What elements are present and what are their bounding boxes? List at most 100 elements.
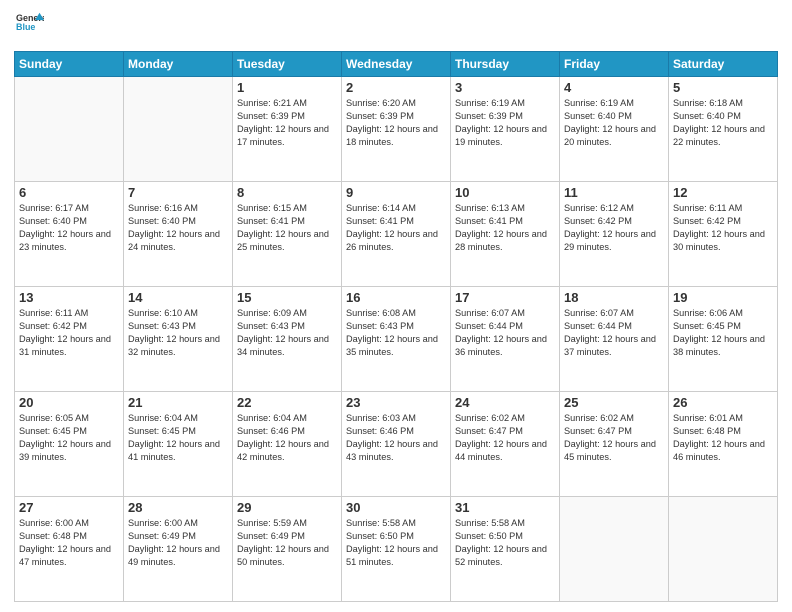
logo-icon: General Blue: [16, 10, 44, 38]
day-info: Sunrise: 6:07 AMSunset: 6:44 PMDaylight:…: [564, 307, 664, 359]
weekday-header-wednesday: Wednesday: [342, 52, 451, 77]
calendar-table: SundayMondayTuesdayWednesdayThursdayFrid…: [14, 51, 778, 602]
day-info: Sunrise: 6:10 AMSunset: 6:43 PMDaylight:…: [128, 307, 228, 359]
day-cell: 7Sunrise: 6:16 AMSunset: 6:40 PMDaylight…: [124, 182, 233, 287]
day-cell: 8Sunrise: 6:15 AMSunset: 6:41 PMDaylight…: [233, 182, 342, 287]
day-cell: 14 Sunrise: 6:10 AMSunset: 6:43 PMDayligh…: [124, 287, 233, 392]
day-number: 6: [19, 185, 119, 200]
day-cell: 26 Sunrise: 6:01 AMSunset: 6:48 PMDayligh…: [669, 392, 778, 497]
day-number: 24: [455, 395, 555, 410]
day-number: 22: [237, 395, 337, 410]
day-info: Sunrise: 6:19 AMSunset: 6:39 PMDaylight:…: [455, 97, 555, 149]
weekday-header-friday: Friday: [560, 52, 669, 77]
day-cell: 24Sunrise: 6:02 AMSunset: 6:47 PMDayligh…: [451, 392, 560, 497]
day-info: Sunrise: 6:08 AMSunset: 6:43 PMDaylight:…: [346, 307, 446, 359]
day-cell: 30 Sunrise: 5:58 AMSunset: 6:50 PMDayligh…: [342, 497, 451, 602]
day-info: Sunrise: 6:07 AMSunset: 6:44 PMDaylight:…: [455, 307, 555, 359]
day-info: Sunrise: 6:18 AMSunset: 6:40 PMDaylight:…: [673, 97, 773, 149]
day-number: 13: [19, 290, 119, 305]
svg-text:Blue: Blue: [16, 22, 35, 32]
day-cell: 31 Sunrise: 5:58 AMSunset: 6:50 PMDayligh…: [451, 497, 560, 602]
day-cell: 3Sunrise: 6:19 AMSunset: 6:39 PMDaylight…: [451, 77, 560, 182]
day-info: Sunrise: 6:17 AMSunset: 6:40 PMDaylight:…: [19, 202, 119, 254]
page: General Blue SundayMondayTuesdayWednesda…: [0, 0, 792, 612]
day-cell: 29 Sunrise: 5:59 AMSunset: 6:49 PMDayligh…: [233, 497, 342, 602]
day-info: Sunrise: 6:06 AMSunset: 6:45 PMDaylight:…: [673, 307, 773, 359]
weekday-header-sunday: Sunday: [15, 52, 124, 77]
day-cell: 17 Sunrise: 6:07 AMSunset: 6:44 PMDayligh…: [451, 287, 560, 392]
day-cell: 13 Sunrise: 6:11 AMSunset: 6:42 PMDayligh…: [15, 287, 124, 392]
weekday-header-monday: Monday: [124, 52, 233, 77]
day-cell: 6 Sunrise: 6:17 AMSunset: 6:40 PMDaylight…: [15, 182, 124, 287]
day-info: Sunrise: 6:19 AMSunset: 6:40 PMDaylight:…: [564, 97, 664, 149]
week-row-2: 6 Sunrise: 6:17 AMSunset: 6:40 PMDaylight…: [15, 182, 778, 287]
weekday-header-thursday: Thursday: [451, 52, 560, 77]
day-number: 23: [346, 395, 446, 410]
day-number: 26: [673, 395, 773, 410]
day-cell: 16 Sunrise: 6:08 AMSunset: 6:43 PMDayligh…: [342, 287, 451, 392]
week-row-1: 1 Sunrise: 6:21 AMSunset: 6:39 PMDaylight…: [15, 77, 778, 182]
day-info: Sunrise: 5:58 AMSunset: 6:50 PMDaylight:…: [455, 517, 555, 569]
day-info: Sunrise: 6:05 AMSunset: 6:45 PMDaylight:…: [19, 412, 119, 464]
day-info: Sunrise: 6:11 AMSunset: 6:42 PMDaylight:…: [19, 307, 119, 359]
day-number: 30: [346, 500, 446, 515]
day-info: Sunrise: 6:20 AMSunset: 6:39 PMDaylight:…: [346, 97, 446, 149]
day-number: 16: [346, 290, 446, 305]
weekday-header-row: SundayMondayTuesdayWednesdayThursdayFrid…: [15, 52, 778, 77]
day-info: Sunrise: 6:12 AMSunset: 6:42 PMDaylight:…: [564, 202, 664, 254]
day-info: Sunrise: 5:58 AMSunset: 6:50 PMDaylight:…: [346, 517, 446, 569]
day-number: 11: [564, 185, 664, 200]
day-info: Sunrise: 6:00 AMSunset: 6:48 PMDaylight:…: [19, 517, 119, 569]
day-info: Sunrise: 6:16 AMSunset: 6:40 PMDaylight:…: [128, 202, 228, 254]
day-cell: 12Sunrise: 6:11 AMSunset: 6:42 PMDayligh…: [669, 182, 778, 287]
day-cell: 27 Sunrise: 6:00 AMSunset: 6:48 PMDayligh…: [15, 497, 124, 602]
day-cell: [15, 77, 124, 182]
day-cell: 28 Sunrise: 6:00 AMSunset: 6:49 PMDayligh…: [124, 497, 233, 602]
header: General Blue: [14, 10, 778, 43]
day-info: Sunrise: 6:02 AMSunset: 6:47 PMDaylight:…: [564, 412, 664, 464]
day-number: 12: [673, 185, 773, 200]
week-row-5: 27 Sunrise: 6:00 AMSunset: 6:48 PMDayligh…: [15, 497, 778, 602]
day-cell: 20Sunrise: 6:05 AMSunset: 6:45 PMDayligh…: [15, 392, 124, 497]
day-info: Sunrise: 6:13 AMSunset: 6:41 PMDaylight:…: [455, 202, 555, 254]
day-number: 28: [128, 500, 228, 515]
weekday-header-saturday: Saturday: [669, 52, 778, 77]
day-cell: 22 Sunrise: 6:04 AMSunset: 6:46 PMDayligh…: [233, 392, 342, 497]
day-info: Sunrise: 6:21 AMSunset: 6:39 PMDaylight:…: [237, 97, 337, 149]
logo: General Blue: [14, 10, 44, 43]
day-info: Sunrise: 6:03 AMSunset: 6:46 PMDaylight:…: [346, 412, 446, 464]
day-number: 27: [19, 500, 119, 515]
day-info: Sunrise: 6:04 AMSunset: 6:45 PMDaylight:…: [128, 412, 228, 464]
day-cell: [560, 497, 669, 602]
day-cell: 9Sunrise: 6:14 AMSunset: 6:41 PMDaylight…: [342, 182, 451, 287]
day-cell: 11 Sunrise: 6:12 AMSunset: 6:42 PMDayligh…: [560, 182, 669, 287]
day-cell: 23 Sunrise: 6:03 AMSunset: 6:46 PMDayligh…: [342, 392, 451, 497]
weekday-header-tuesday: Tuesday: [233, 52, 342, 77]
day-cell: 5 Sunrise: 6:18 AMSunset: 6:40 PMDaylight…: [669, 77, 778, 182]
day-cell: 21 Sunrise: 6:04 AMSunset: 6:45 PMDayligh…: [124, 392, 233, 497]
day-number: 21: [128, 395, 228, 410]
day-number: 17: [455, 290, 555, 305]
day-info: Sunrise: 6:01 AMSunset: 6:48 PMDaylight:…: [673, 412, 773, 464]
day-info: Sunrise: 6:14 AMSunset: 6:41 PMDaylight:…: [346, 202, 446, 254]
day-info: Sunrise: 6:09 AMSunset: 6:43 PMDaylight:…: [237, 307, 337, 359]
day-number: 5: [673, 80, 773, 95]
day-info: Sunrise: 6:00 AMSunset: 6:49 PMDaylight:…: [128, 517, 228, 569]
day-cell: 1 Sunrise: 6:21 AMSunset: 6:39 PMDaylight…: [233, 77, 342, 182]
day-number: 1: [237, 80, 337, 95]
day-number: 4: [564, 80, 664, 95]
day-cell: 19 Sunrise: 6:06 AMSunset: 6:45 PMDayligh…: [669, 287, 778, 392]
day-cell: 10 Sunrise: 6:13 AMSunset: 6:41 PMDayligh…: [451, 182, 560, 287]
day-number: 10: [455, 185, 555, 200]
day-number: 19: [673, 290, 773, 305]
day-cell: [124, 77, 233, 182]
day-number: 31: [455, 500, 555, 515]
day-number: 29: [237, 500, 337, 515]
day-number: 14: [128, 290, 228, 305]
day-cell: 2Sunrise: 6:20 AMSunset: 6:39 PMDaylight…: [342, 77, 451, 182]
day-number: 25: [564, 395, 664, 410]
day-info: Sunrise: 6:04 AMSunset: 6:46 PMDaylight:…: [237, 412, 337, 464]
day-number: 8: [237, 185, 337, 200]
day-info: Sunrise: 5:59 AMSunset: 6:49 PMDaylight:…: [237, 517, 337, 569]
week-row-3: 13 Sunrise: 6:11 AMSunset: 6:42 PMDayligh…: [15, 287, 778, 392]
